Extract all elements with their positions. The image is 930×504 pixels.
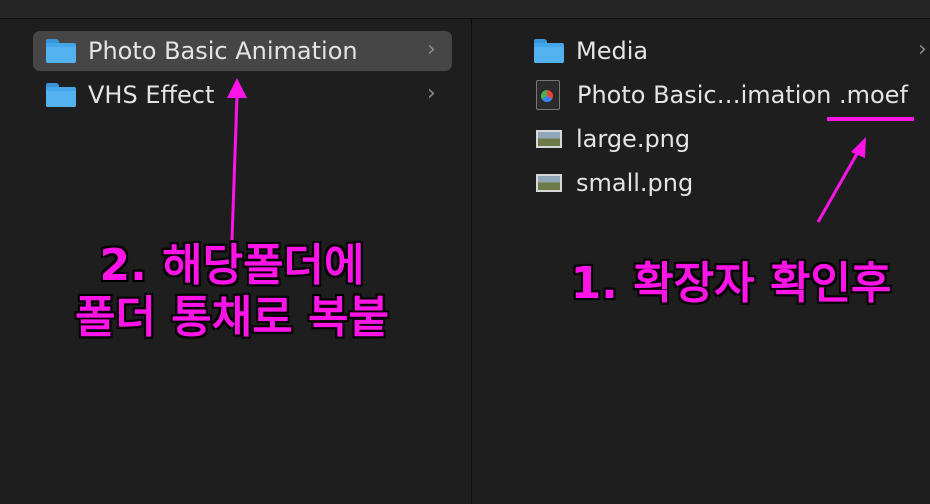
annotation-step2-line2: 폴더 통채로 복붙 [75, 292, 389, 343]
arrow-head-icon [851, 137, 866, 158]
arrow-to-extension [816, 151, 860, 223]
arrow-head-icon [227, 78, 247, 98]
annotation-step2: 2. 해당폴더에 폴더 통채로 복붙 [52, 240, 412, 344]
annotation-step1: 1. 확장자 확인후 [570, 258, 892, 309]
annotation-step2-line1: 2. 해당폴더에 [99, 240, 365, 291]
arrow-to-folder [230, 95, 239, 241]
